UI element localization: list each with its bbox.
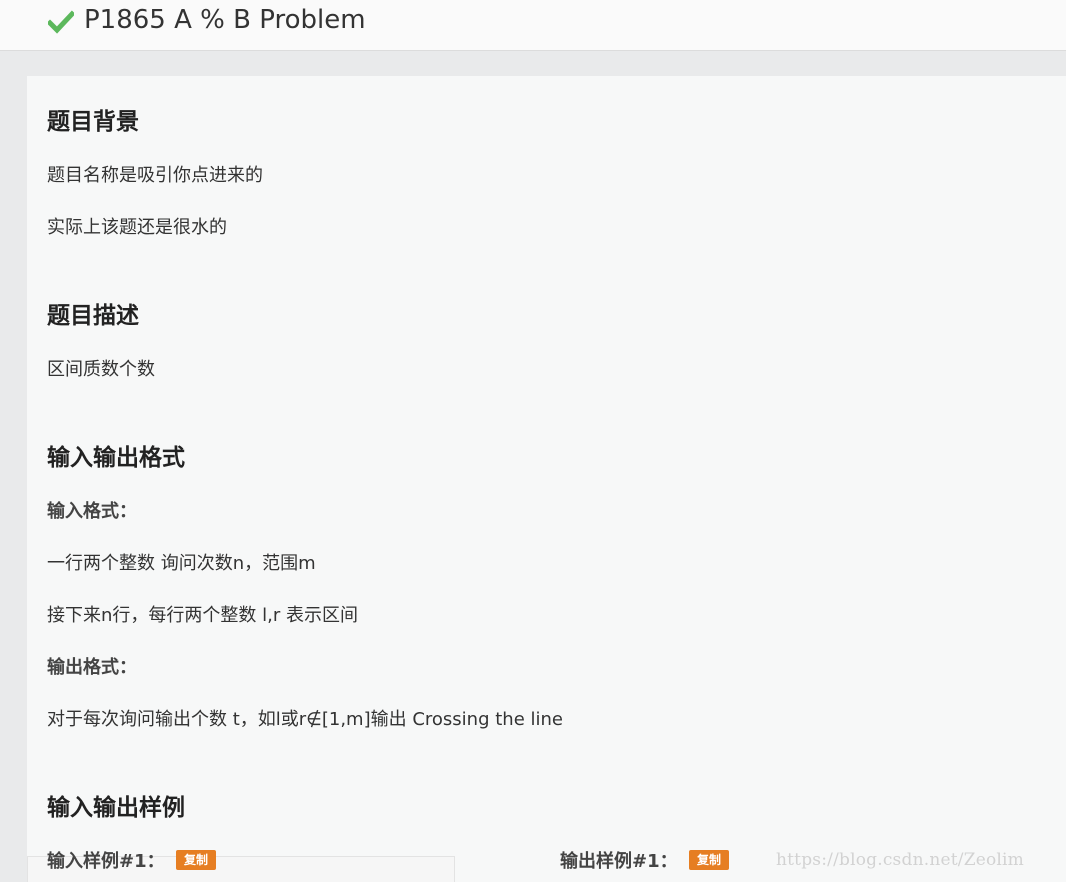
io-format-heading: 输入输出格式 xyxy=(47,445,185,471)
copy-input-sample-button[interactable]: 复制 xyxy=(176,850,217,870)
problem-title: P1865 A % B Problem xyxy=(84,5,366,35)
copy-output-sample-button[interactable]: 复制 xyxy=(689,850,730,870)
input-format-line-1: 一行两个整数 询问次数n，范围m xyxy=(47,553,316,574)
input-sample-label: 输入样例#1： xyxy=(47,851,165,872)
problem-header: P1865 A % B Problem xyxy=(0,0,1066,51)
description-line-1: 区间质数个数 xyxy=(47,359,155,380)
samples-heading: 输入输出样例 xyxy=(47,795,185,821)
background-line-2: 实际上该题还是很水的 xyxy=(47,217,227,238)
background-heading: 题目背景 xyxy=(47,109,139,135)
input-format-label: 输入格式： xyxy=(47,501,137,522)
input-format-line-2: 接下来n行，每行两个整数 l,r 表示区间 xyxy=(47,605,358,626)
check-icon xyxy=(46,10,76,34)
output-format-line-1: 对于每次询问输出个数 t，如l或r∉[1,m]输出 Crossing the l… xyxy=(47,709,563,730)
description-heading: 题目描述 xyxy=(47,303,139,329)
background-line-1: 题目名称是吸引你点进来的 xyxy=(47,165,263,186)
output-sample-label: 输出样例#1： xyxy=(560,851,678,872)
output-format-label: 输出格式： xyxy=(47,657,137,678)
watermark: https://blog.csdn.net/Zeolim xyxy=(776,850,1024,870)
problem-content-panel xyxy=(27,76,1066,882)
